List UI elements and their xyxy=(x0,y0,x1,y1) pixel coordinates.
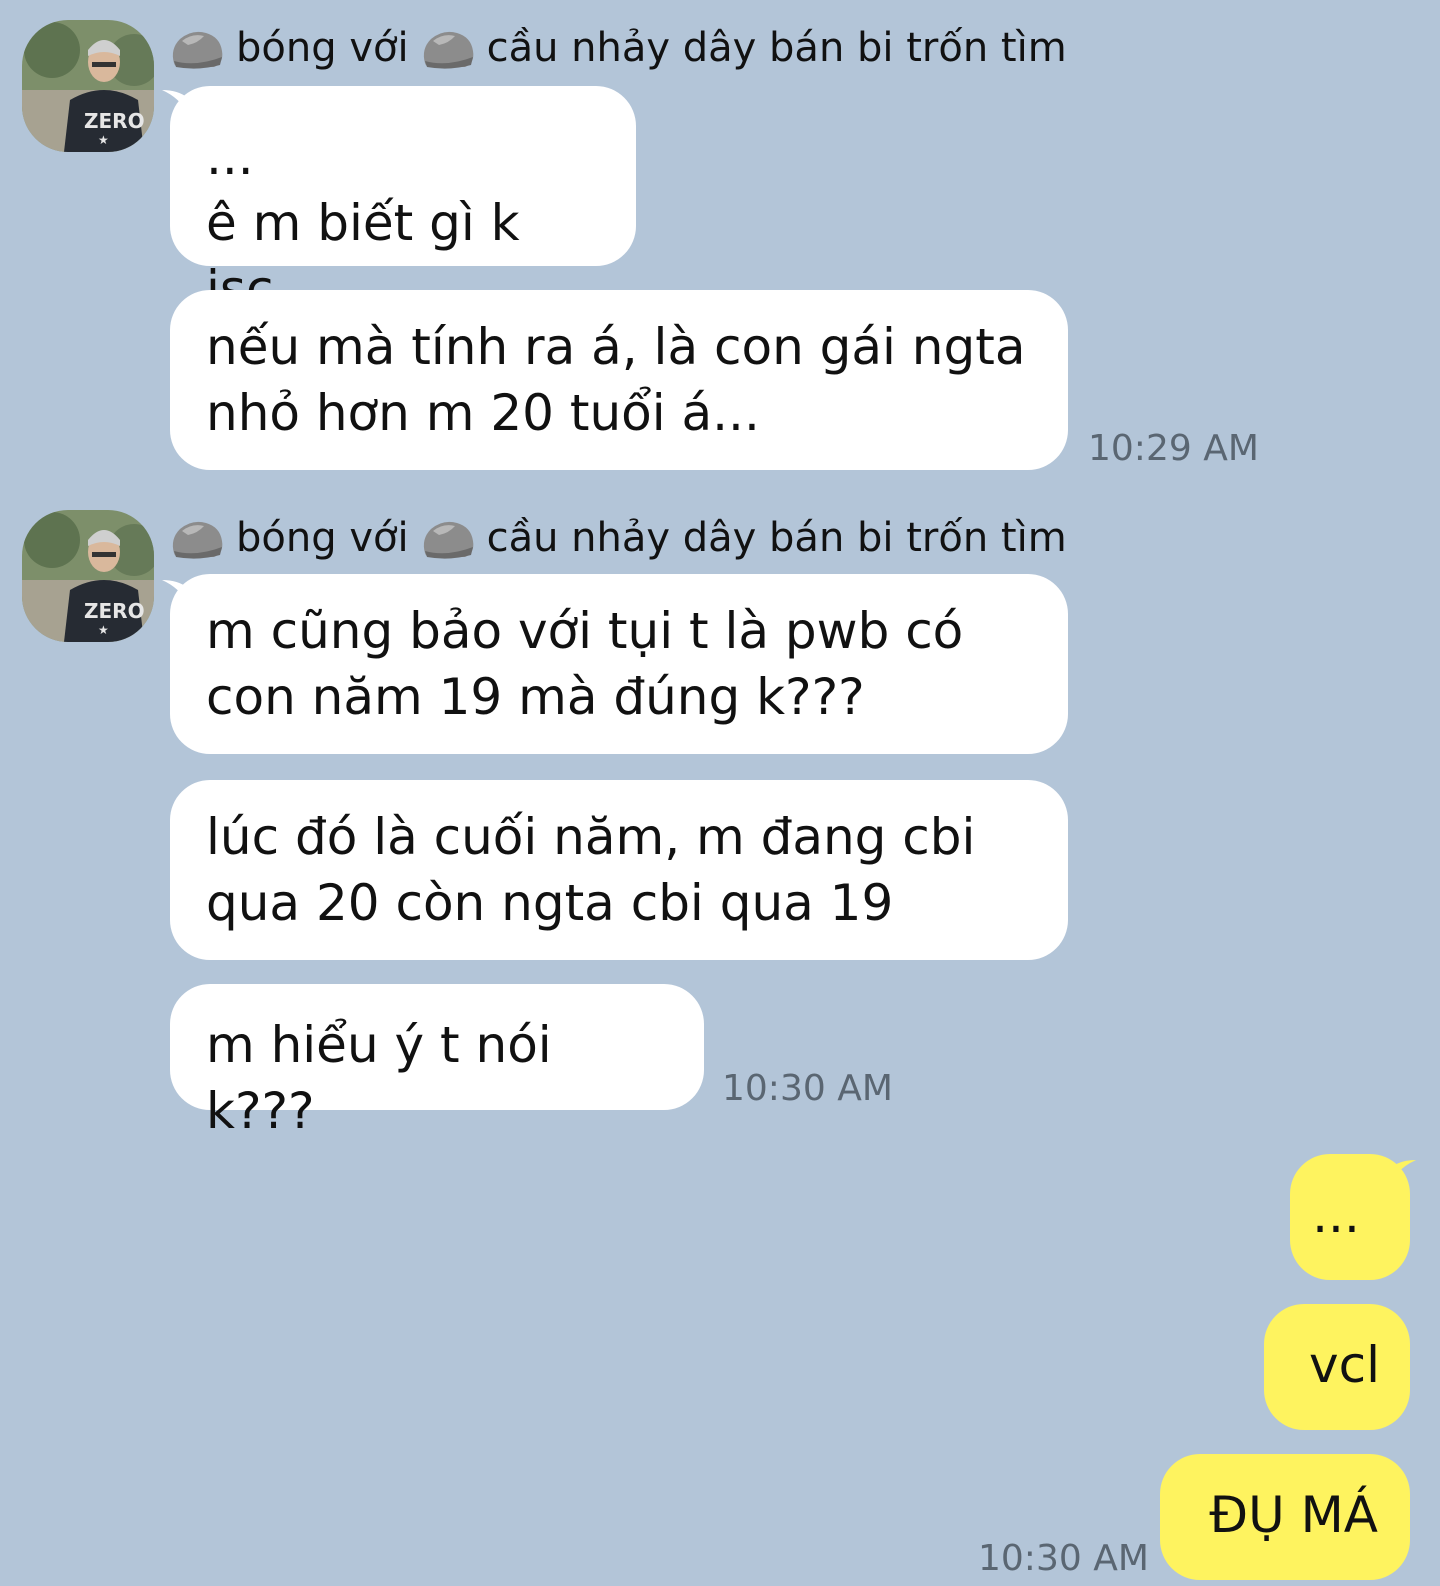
svg-text:ZERO: ZERO xyxy=(84,599,145,623)
rock-emoji-icon xyxy=(423,521,473,559)
rock-emoji-icon xyxy=(172,31,223,69)
svg-text:ZERO: ZERO xyxy=(84,109,145,133)
message-timestamp: 10:30 AM xyxy=(978,1538,1149,1579)
avatar[interactable]: ZERO ★ xyxy=(22,20,154,152)
avatar[interactable]: ZERO ★ xyxy=(22,510,154,642)
avatar-photo-icon: ZERO ★ xyxy=(22,510,154,642)
sender-name-part-2: cầu nhảy dây bán bi trốn tìm xyxy=(486,515,1067,561)
my-message-bubble[interactable]: ... xyxy=(1290,1154,1410,1280)
message-bubble[interactable]: nếu mà tính ra á, là con gái ngta nhỏ hơ… xyxy=(170,290,1068,470)
sender-name-part-1: bóng với xyxy=(236,515,409,561)
svg-text:★: ★ xyxy=(98,623,109,637)
sender-name-part-2: cầu nhảy dây bán bi trốn tìm xyxy=(486,25,1067,71)
rock-emoji-icon xyxy=(423,31,473,69)
message-bubble[interactable]: m cũng bảo với tụi t là pwb có con năm 1… xyxy=(170,574,1068,754)
message-bubble[interactable]: m hiểu ý t nói k??? xyxy=(170,984,704,1140)
my-message-bubble[interactable]: ĐỤ MÁ xyxy=(1160,1454,1410,1580)
avatar-photo-icon: ZERO ★ xyxy=(22,20,154,152)
rock-emoji-icon xyxy=(172,521,223,559)
my-message-bubble[interactable]: vcl xyxy=(1264,1304,1410,1430)
sender-name: bóng với cầu nhảy dây bán bi trốn tìm xyxy=(170,510,1067,566)
message-timestamp: 10:30 AM xyxy=(722,1068,893,1109)
message-timestamp: 10:29 AM xyxy=(1088,428,1259,469)
sender-name-part-1: bóng với xyxy=(236,25,409,71)
message-bubble[interactable]: ... ê m biết gì k jsc xyxy=(170,86,636,318)
svg-text:★: ★ xyxy=(98,133,109,147)
sender-name: bóng với cầu nhảy dây bán bi trốn tìm xyxy=(170,20,1067,76)
message-bubble[interactable]: lúc đó là cuối năm, m đang cbi qua 20 cò… xyxy=(170,780,1068,960)
